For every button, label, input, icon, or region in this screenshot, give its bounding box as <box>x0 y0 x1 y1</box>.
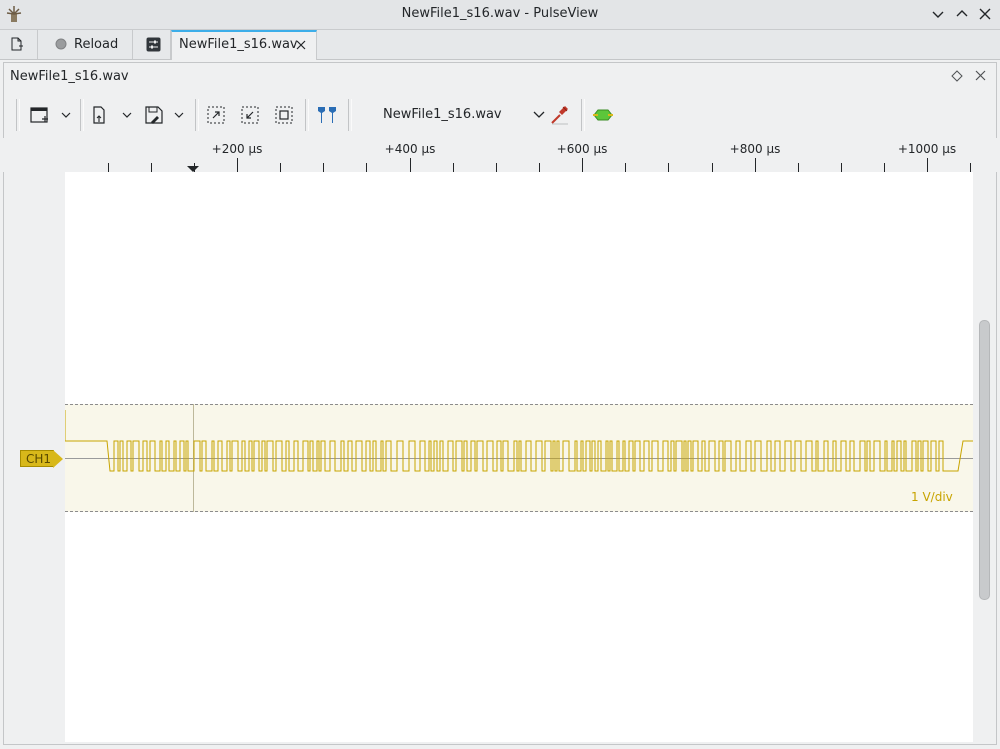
new-document-icon <box>11 37 23 51</box>
toolbar-separator <box>348 99 352 131</box>
chevron-down-icon <box>533 111 545 118</box>
tab-newfile1-s16[interactable]: NewFile1_s16.wav <box>171 30 317 60</box>
minimize-icon[interactable] <box>930 6 946 22</box>
zoom-cursors-icon <box>275 106 293 124</box>
channel-label-arrow <box>53 450 63 468</box>
float-panel-icon[interactable] <box>951 70 963 82</box>
toolbar-separator <box>195 99 199 131</box>
add-view-button[interactable] <box>28 101 76 129</box>
zoom-shrink-icon <box>241 106 259 124</box>
analog-trace-area <box>64 404 973 512</box>
zoom-fit-to-cursors-button[interactable] <box>272 101 298 129</box>
ruler-tick-label: +800 µs <box>729 142 781 156</box>
configure-probe-button[interactable] <box>548 101 574 129</box>
close-window-icon[interactable] <box>977 6 993 22</box>
panel-title: NewFile1_s16.wav <box>10 69 129 84</box>
channel-label-ch1[interactable]: CH1 <box>20 450 54 467</box>
ruler-tick-label: +200 µs <box>211 142 263 156</box>
device-select[interactable]: NewFile1_s16.wav <box>371 102 546 128</box>
toolbar-separator <box>581 99 585 131</box>
zoom-fit-icon <box>207 106 225 124</box>
add-view-icon <box>30 107 71 123</box>
vertical-scrollbar[interactable] <box>976 172 992 742</box>
close-tab-icon[interactable] <box>296 40 306 50</box>
channel-scale-label: 1 V/div <box>911 490 953 504</box>
toolbar-separator <box>305 99 309 131</box>
window-title: NewFile1_s16.wav - PulseView <box>401 6 599 21</box>
status-dot-icon <box>55 38 67 50</box>
zoom-one-to-one-button[interactable] <box>238 101 264 129</box>
maximize-icon[interactable] <box>954 6 970 22</box>
save-file-button[interactable] <box>141 101 189 129</box>
window-titlebar: NewFile1_s16.wav - PulseView <box>0 0 1000 30</box>
show-cursors-button[interactable] <box>314 101 340 129</box>
reload-button[interactable]: Reload <box>38 30 133 59</box>
toolbar-grip[interactable] <box>16 99 20 131</box>
new-session-button[interactable] <box>0 30 38 59</box>
open-file-icon <box>93 106 132 124</box>
zoom-fit-button[interactable] <box>204 101 230 129</box>
session-tabbar: Reload NewFile1_s16.wav <box>0 30 1000 60</box>
decoders-button[interactable] <box>590 101 616 129</box>
toolbar-separator <box>80 99 84 131</box>
decoder-icon <box>593 109 613 121</box>
close-panel-icon[interactable] <box>975 70 986 81</box>
session-tab-label: NewFile1_s16.wav <box>179 37 298 52</box>
device-select-value: NewFile1_s16.wav <box>383 107 502 122</box>
cursors-icon <box>318 107 336 123</box>
ruler-tick-label: +600 µs <box>556 142 608 156</box>
scrollbar-handle[interactable] <box>979 320 990 600</box>
channel-name: CH1 <box>26 452 52 466</box>
main-settings-button[interactable] <box>133 30 171 59</box>
time-ruler[interactable]: +200 µs +400 µs +600 µs +800 µs +1000 µs <box>0 138 1000 172</box>
open-file-button[interactable] <box>89 101 137 129</box>
ruler-tick-label: +400 µs <box>384 142 436 156</box>
probe-icon <box>551 106 568 125</box>
ruler-ticks <box>108 158 971 172</box>
ruler-tick-label: +1000 µs <box>897 142 957 156</box>
settings-panel-icon <box>146 37 161 52</box>
trace-viewport[interactable] <box>64 172 973 742</box>
reload-label: Reload <box>74 37 119 52</box>
save-file-icon <box>145 106 184 124</box>
